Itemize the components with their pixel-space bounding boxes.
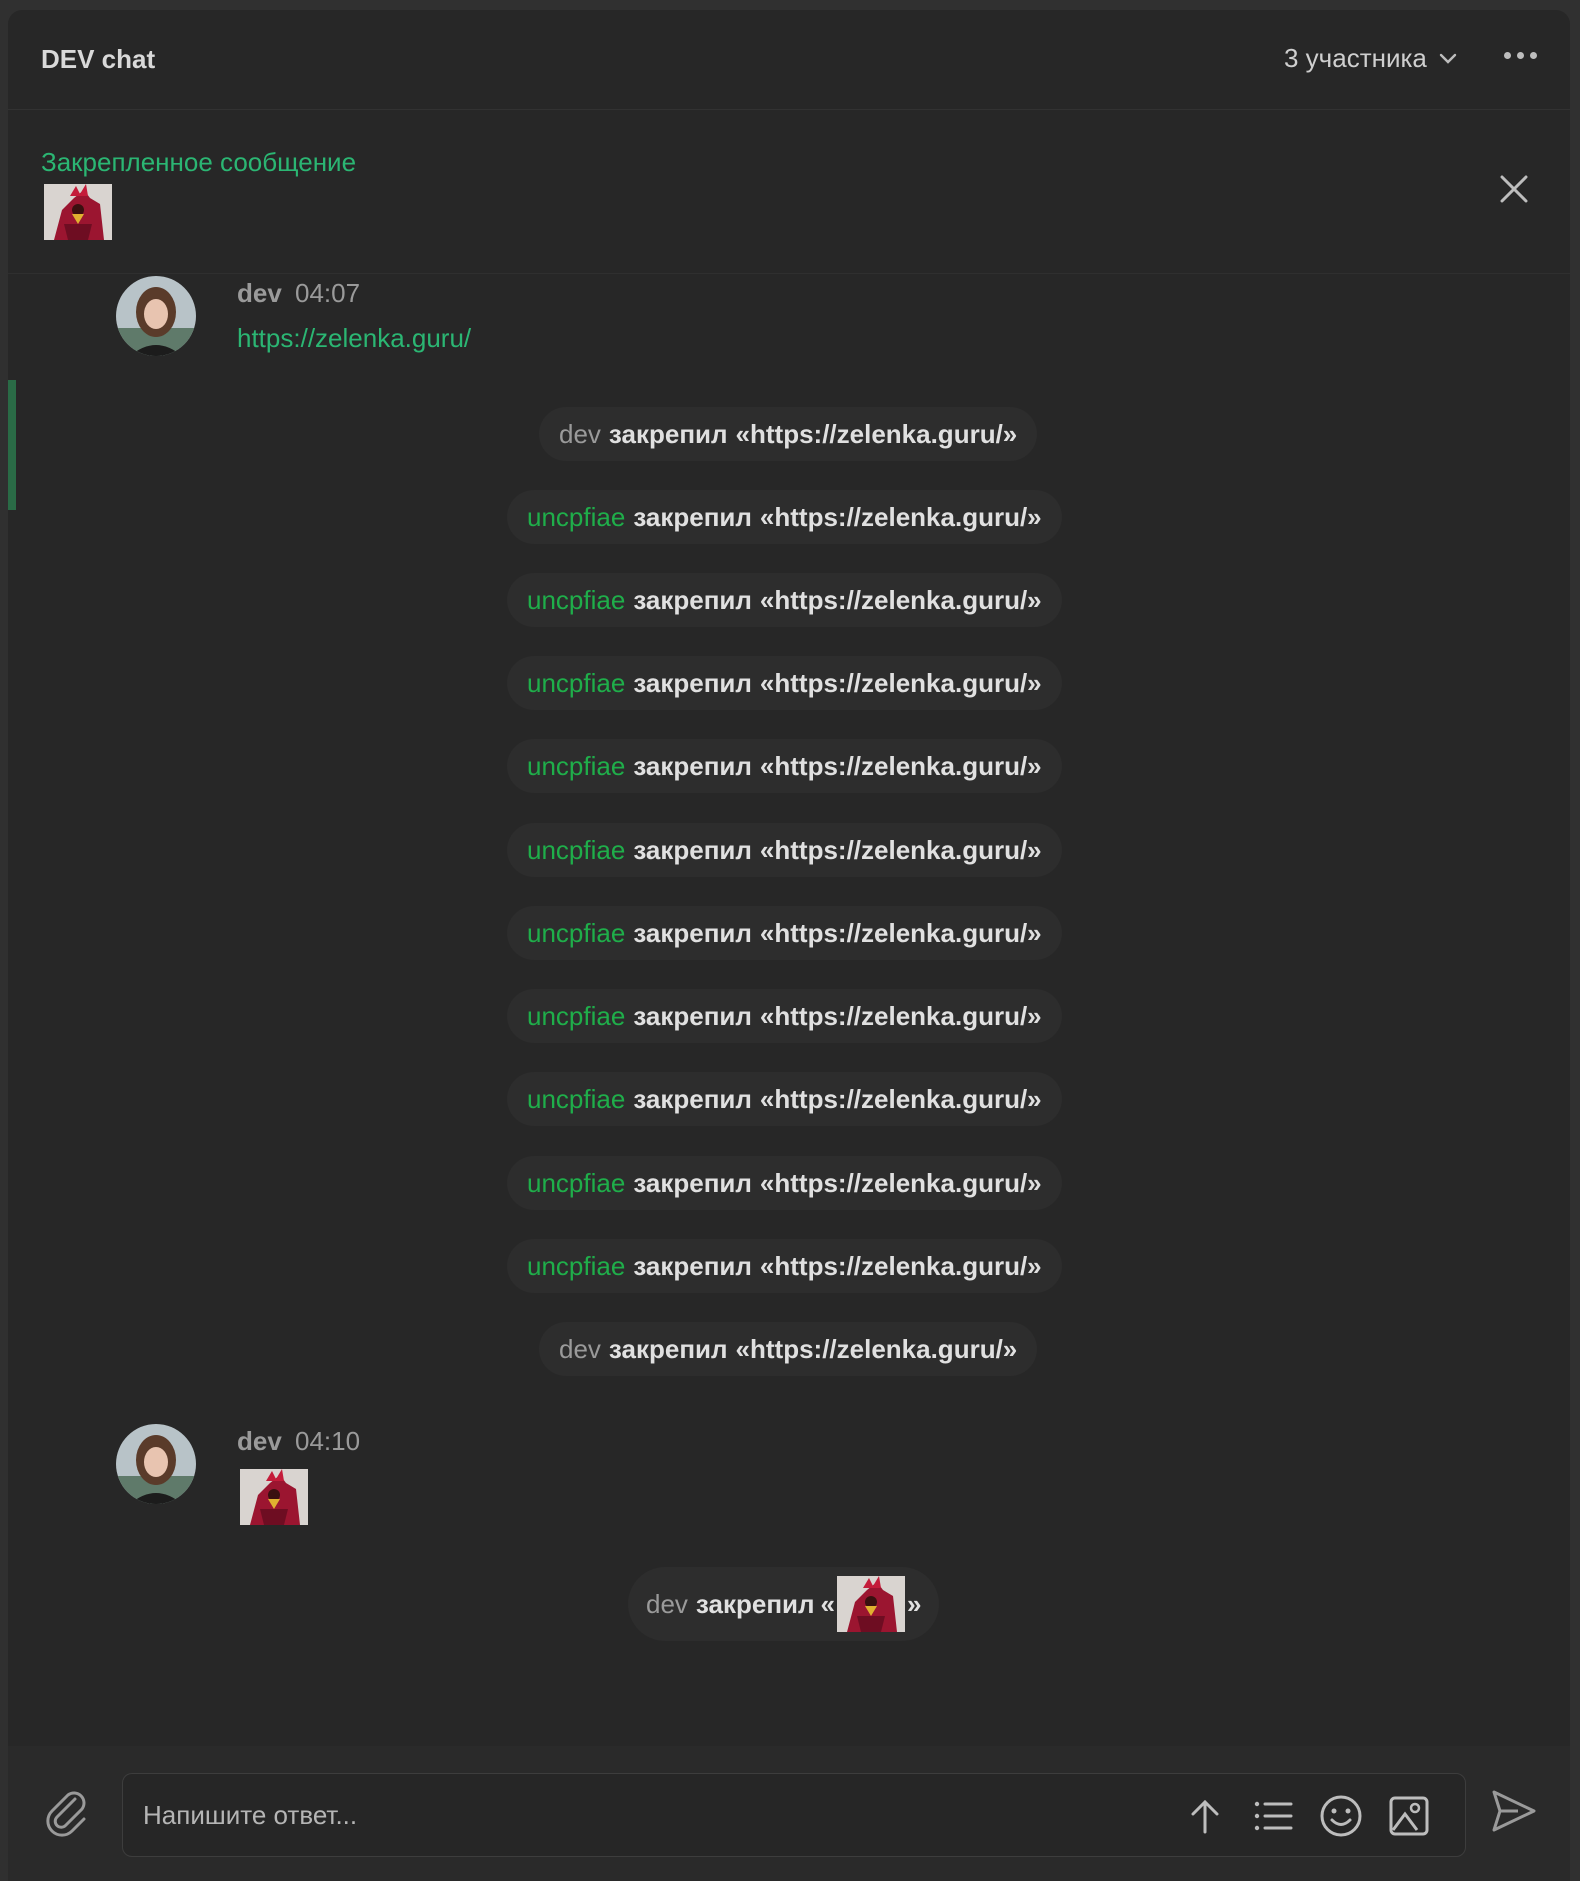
system-message-pin: dev закрепил «https://zelenka.guru/» xyxy=(539,407,1038,461)
pinned-message-bar[interactable]: Закрепленное сообщение xyxy=(8,111,1570,274)
system-message-author[interactable]: uncpfiae xyxy=(527,1251,625,1282)
system-message-text: «https://zelenka.guru/» xyxy=(759,1083,1042,1114)
system-message-pin: uncpfiae закрепил «https://zelenka.guru/» xyxy=(507,490,1062,544)
system-message-pin: uncpfiae закрепил «https://zelenka.guru/» xyxy=(507,656,1062,710)
more-horizontal-icon[interactable] xyxy=(1496,40,1544,70)
system-message-pin: uncpfiae закрепил «https://zelenka.guru/» xyxy=(507,1239,1062,1293)
system-message-author[interactable]: dev xyxy=(646,1589,688,1620)
system-message-text: «https://zelenka.guru/» xyxy=(759,917,1042,948)
system-message-author[interactable]: dev xyxy=(559,419,601,450)
system-message-author[interactable]: uncpfiae xyxy=(527,585,625,616)
list-icon[interactable] xyxy=(1251,1794,1295,1838)
system-message-action: закрепил xyxy=(633,1000,752,1031)
system-message-pin: uncpfiae закрепил «https://zelenka.guru/» xyxy=(507,739,1062,793)
system-message-action: закрепил xyxy=(633,501,752,532)
system-message-author[interactable]: uncpfiae xyxy=(527,502,625,533)
pinned-title: Закрепленное сообщение xyxy=(41,147,357,177)
chat-header: DEV chat 3 участника xyxy=(8,10,1570,110)
composer xyxy=(8,1746,1570,1881)
system-message-action: закрепил xyxy=(633,1083,752,1114)
system-message-author[interactable]: uncpfiae xyxy=(527,835,625,866)
system-message-text: «https://zelenka.guru/» xyxy=(735,1333,1018,1364)
system-message-pin: dev закрепил «https://zelenka.guru/» xyxy=(539,1322,1038,1376)
avatar[interactable] xyxy=(116,1424,196,1504)
system-message-pin: uncpfiae закрепил «https://zelenka.guru/» xyxy=(507,989,1062,1043)
message-input[interactable] xyxy=(143,1792,1123,1838)
participants-dropdown[interactable]: 3 участника xyxy=(1284,43,1457,74)
system-message-action: закрепил xyxy=(633,1167,752,1198)
system-message-pin: uncpfiae закрепил «https://zelenka.guru/» xyxy=(507,573,1062,627)
system-message-text: «https://zelenka.guru/» xyxy=(759,750,1042,781)
pinned-thumbnail[interactable] xyxy=(44,184,112,240)
system-message-action: закрепил xyxy=(633,667,752,698)
message-author[interactable]: dev xyxy=(237,278,282,309)
arrow-up-icon[interactable] xyxy=(1183,1794,1227,1838)
system-message-text: «https://zelenka.guru/» xyxy=(759,584,1042,615)
system-message-pin: uncpfiae закрепил «https://zelenka.guru/» xyxy=(507,1156,1062,1210)
system-message-pin: uncpfiae закрепил «https://zelenka.guru/» xyxy=(507,823,1062,877)
avatar[interactable] xyxy=(116,276,196,356)
system-message-text: «https://zelenka.guru/» xyxy=(759,1167,1042,1198)
message-time: 04:10 xyxy=(295,1426,361,1456)
system-message-action: закрепил xyxy=(608,1333,728,1364)
system-message-pin-image: dev закрепил « » xyxy=(628,1567,940,1641)
chat-window: DEV chat 3 участника Закрепленное сообще… xyxy=(8,10,1570,1881)
unread-indicator xyxy=(8,380,16,510)
pinned-image-thumbnail[interactable] xyxy=(837,1576,905,1632)
system-message-action: закрепил xyxy=(633,917,752,948)
system-message-author[interactable]: uncpfiae xyxy=(527,918,625,949)
participants-label: 3 участника xyxy=(1284,43,1427,73)
system-message-author[interactable]: uncpfiae xyxy=(527,1168,625,1199)
emoji-icon[interactable] xyxy=(1319,1794,1363,1838)
quote-open: « xyxy=(820,1588,835,1619)
system-message-text: «https://zelenka.guru/» xyxy=(735,418,1018,449)
system-message-author[interactable]: uncpfiae xyxy=(527,668,625,699)
chevron-down-icon xyxy=(1439,53,1457,65)
system-message-author[interactable]: uncpfiae xyxy=(527,1001,625,1032)
system-message-action: закрепил xyxy=(633,750,752,781)
message-input-container xyxy=(122,1773,1466,1857)
chat-title: DEV chat xyxy=(41,44,156,74)
image-icon[interactable] xyxy=(1387,1794,1431,1838)
system-message-text: «https://zelenka.guru/» xyxy=(759,667,1042,698)
system-message-author[interactable]: uncpfiae xyxy=(527,1084,625,1115)
system-message-pin: uncpfiae закрепил «https://zelenka.guru/» xyxy=(507,1072,1062,1126)
system-message-action: закрепил xyxy=(633,834,752,865)
attach-icon[interactable] xyxy=(42,1787,92,1837)
system-message-text: «https://zelenka.guru/» xyxy=(759,1000,1042,1031)
system-message-action: закрепил xyxy=(633,584,752,615)
message-time: 04:07 xyxy=(295,278,361,308)
system-message-action: закрепил xyxy=(695,1588,815,1619)
system-message-pin: uncpfiae закрепил «https://zelenka.guru/» xyxy=(507,906,1062,960)
system-message-author[interactable]: uncpfiae xyxy=(527,751,625,782)
send-icon[interactable] xyxy=(1488,1786,1538,1836)
message-link[interactable]: https://zelenka.guru/ xyxy=(237,323,471,354)
system-message-text: «https://zelenka.guru/» xyxy=(759,501,1042,532)
system-message-author[interactable]: dev xyxy=(559,1334,601,1365)
message-image[interactable] xyxy=(240,1469,308,1525)
system-message-action: закрепил xyxy=(633,1250,752,1281)
quote-close: » xyxy=(907,1588,922,1619)
close-icon[interactable] xyxy=(1494,169,1534,209)
system-message-text: «https://zelenka.guru/» xyxy=(759,834,1042,865)
system-message-text: «https://zelenka.guru/» xyxy=(759,1250,1042,1281)
system-message-action: закрепил xyxy=(608,418,728,449)
message-author[interactable]: dev xyxy=(237,1426,282,1457)
